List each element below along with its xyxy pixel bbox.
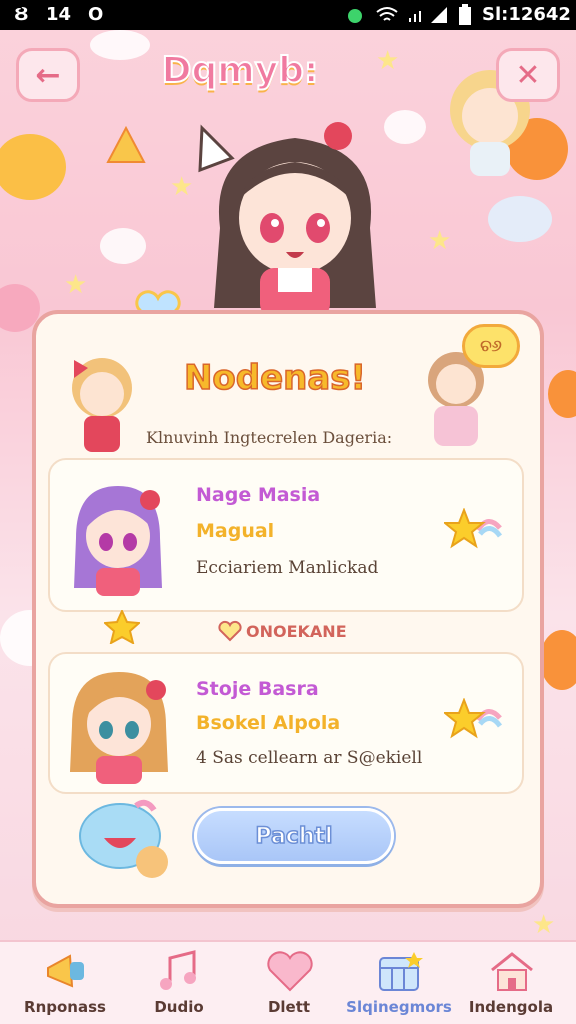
star-icon: ★ xyxy=(376,46,400,76)
status-circle: O xyxy=(88,4,104,25)
favorite-star-icon[interactable] xyxy=(444,508,504,552)
bottom-nav: Rnponass Dudio Dlett Slqinegmors Indengo… xyxy=(0,940,576,1024)
house-icon xyxy=(491,952,533,991)
calendar-icon xyxy=(379,952,423,991)
star-icon xyxy=(104,610,140,644)
cloud-icon xyxy=(100,228,146,264)
action-button[interactable]: Pachtl xyxy=(194,808,394,864)
card-title: Nodenas! xyxy=(183,357,367,399)
app-title: Dqmyb: xyxy=(161,49,320,92)
nav-item-dudio[interactable]: Dudio xyxy=(124,942,234,1024)
entry-description: Ecciariem Manlickad xyxy=(196,558,379,578)
avatar xyxy=(74,486,162,596)
nav-label: Rnponass xyxy=(24,998,106,1016)
back-arrow-icon: ← xyxy=(35,57,61,93)
notification-icon: Ȣ xyxy=(14,4,29,25)
orange-bear-icon xyxy=(548,370,576,418)
speech-bubble: ଚ୬ xyxy=(462,324,520,368)
avatar xyxy=(70,672,168,784)
megaphone-icon xyxy=(47,954,84,988)
entry-name: Stoje Basra xyxy=(196,678,319,700)
mascot-icon xyxy=(79,799,168,878)
nav-item-slqinegmors[interactable]: Slqinegmors xyxy=(344,942,454,1024)
star-icon: ★ xyxy=(64,270,88,300)
nav-item-rnponass[interactable]: Rnponass xyxy=(10,942,120,1024)
yellow-bear-icon xyxy=(0,134,66,200)
nav-label: Dudio xyxy=(154,998,204,1016)
back-button[interactable]: ← xyxy=(16,48,80,102)
candy-corn-icon xyxy=(106,125,146,163)
android-icon xyxy=(348,9,362,23)
status-clock: Sl:12642 xyxy=(482,4,571,25)
status-bar: Ȣ 14 O Sl:12642 xyxy=(0,0,576,30)
nav-label: Slqinegmors xyxy=(346,998,452,1016)
entry-name: Nage Masia xyxy=(196,484,321,506)
section-label: ONOEKANE xyxy=(246,622,347,641)
chibi-character-icon xyxy=(72,358,132,452)
music-icon xyxy=(160,950,196,990)
battery-icon xyxy=(459,4,471,25)
heart-icon xyxy=(267,951,313,992)
orange-bear-icon xyxy=(540,630,576,690)
nav-item-dlett[interactable]: Dlett xyxy=(234,942,344,1024)
status-count: 14 xyxy=(46,4,72,25)
cloud-icon xyxy=(90,30,150,60)
entry-role: Bsokel Alpola xyxy=(196,712,341,734)
close-icon: ✕ xyxy=(515,57,541,93)
nav-label: Dlett xyxy=(267,998,311,1016)
heart-icon xyxy=(218,620,242,642)
star-icon: ★ xyxy=(532,910,556,940)
hero-character-avatar xyxy=(198,122,376,336)
star-icon: ★ xyxy=(428,226,452,256)
close-button[interactable]: ✕ xyxy=(496,48,560,102)
entry-description: 4 Sas cellearn ar S@ekiell xyxy=(196,748,423,768)
cloud-icon xyxy=(488,196,552,242)
entry-role: Magual xyxy=(196,520,275,542)
favorite-star-icon[interactable] xyxy=(444,698,504,742)
nav-item-indengola[interactable]: Indengola xyxy=(456,942,566,1024)
card-subtitle: Klnuvinh Ingtecrelen Dageria: xyxy=(146,428,393,447)
cell-signal-icon xyxy=(431,7,447,23)
list-item[interactable]: Stoje Basra Bsokel Alpola 4 Sas cellearn… xyxy=(48,652,524,794)
nav-label: Indengola xyxy=(468,998,554,1016)
signal-icon xyxy=(409,11,421,22)
speech-bubble-text: ଚ୬ xyxy=(480,336,502,355)
list-item[interactable]: Nage Masia Magual Ecciariem Manlickad xyxy=(48,458,524,612)
wifi-icon xyxy=(376,7,398,21)
